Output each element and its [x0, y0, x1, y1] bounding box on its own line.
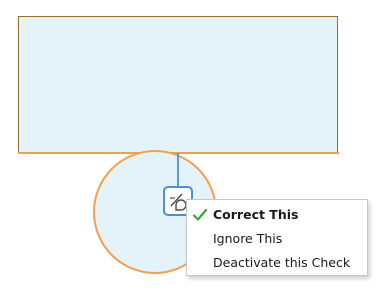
menu-item-label: Ignore This	[213, 231, 283, 246]
menu-item-label: Correct This	[213, 207, 299, 222]
context-menu: Correct This Ignore This Deactivate this…	[186, 199, 368, 276]
check-connector-line	[177, 153, 179, 187]
checkmark-icon	[192, 208, 208, 221]
menu-item-ignore-this[interactable]: Ignore This	[187, 227, 367, 251]
menu-item-label: Deactivate this Check	[213, 255, 351, 270]
rectangle-shape[interactable]	[17, 16, 339, 154]
menu-item-correct-this[interactable]: Correct This	[187, 203, 367, 227]
diagram-canvas: Correct This Ignore This Deactivate this…	[0, 0, 380, 305]
menu-item-deactivate-check[interactable]: Deactivate this Check	[187, 251, 367, 275]
